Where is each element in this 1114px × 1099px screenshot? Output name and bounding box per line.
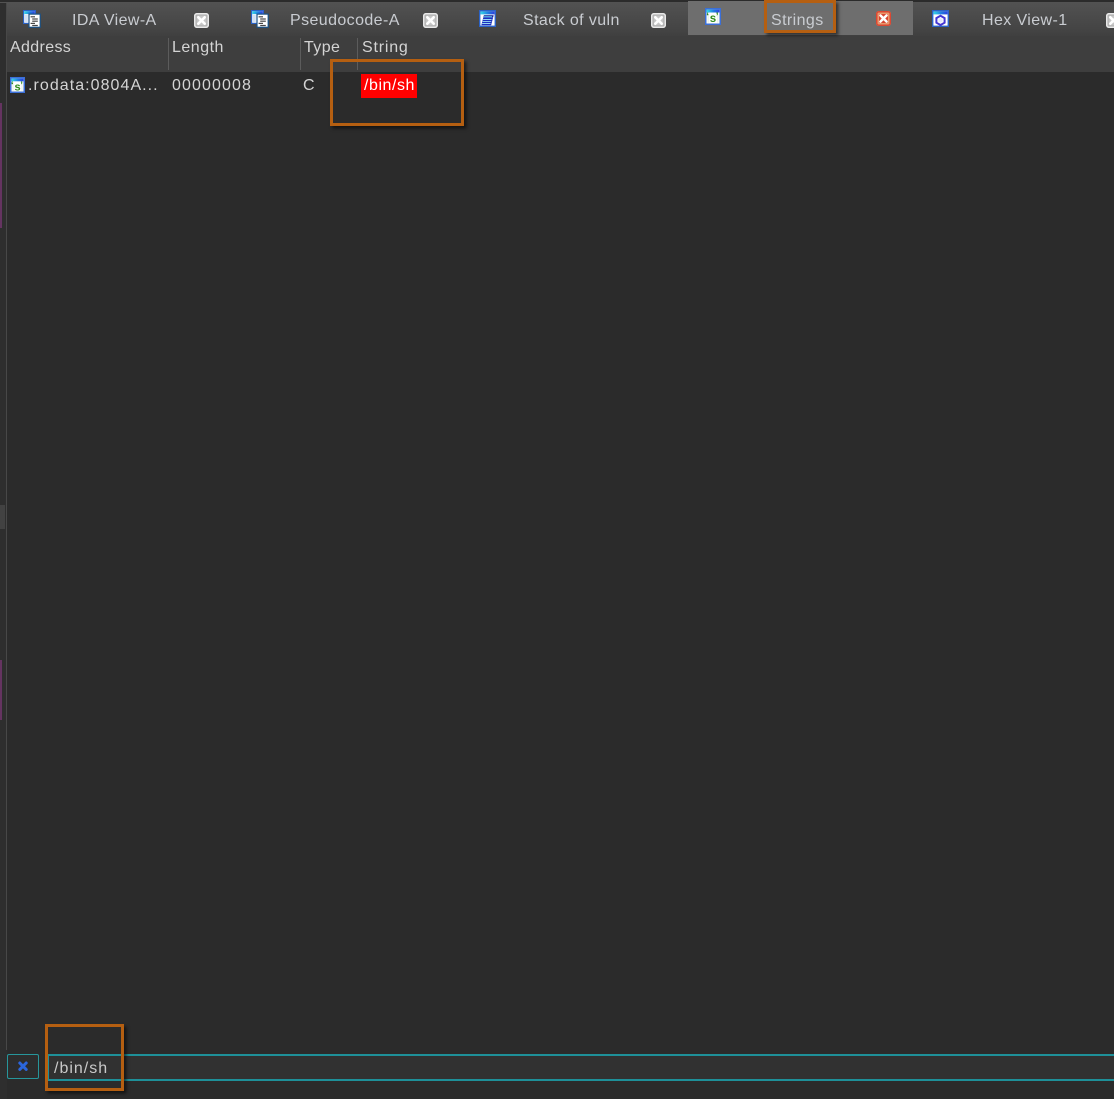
svg-text:’: ’ bbox=[20, 80, 23, 91]
svg-text:’: ’ bbox=[716, 12, 719, 23]
svg-text:‘: ‘ bbox=[11, 80, 14, 91]
svg-text:‘: ‘ bbox=[706, 12, 709, 23]
